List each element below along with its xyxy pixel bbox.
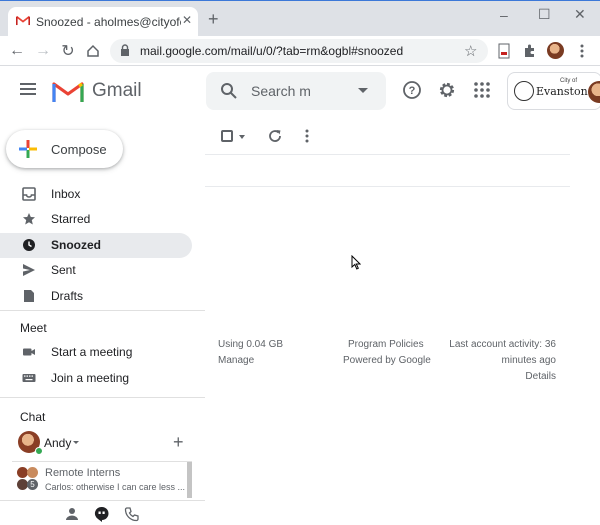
new-chat-plus-icon[interactable]: + (173, 433, 184, 451)
room-member-count: 5 (27, 479, 38, 490)
chat-user-name[interactable]: Andy (44, 436, 71, 450)
send-icon (23, 264, 35, 276)
refresh-icon[interactable] (267, 128, 283, 144)
app-name: Gmail (92, 80, 142, 101)
storage-usage: Using 0.04 GB (218, 339, 284, 350)
more-options-icon[interactable] (305, 128, 309, 144)
org-seal-icon (514, 81, 534, 101)
org-prefix: City of (560, 78, 578, 84)
search-bar[interactable]: Search mail (206, 72, 386, 110)
search-options-icon[interactable] (358, 88, 368, 93)
room-snippet: Carlos: otherwise I can care less ... (45, 482, 186, 492)
reload-icon[interactable]: ↻ (58, 41, 78, 61)
gmail-favicon-icon (16, 15, 30, 26)
status-dropdown-icon[interactable] (73, 441, 79, 444)
chat-room-item[interactable]: 5 Remote Interns Carlos: otherwise I can… (12, 462, 192, 498)
room-avatars: 5 (17, 467, 39, 491)
minimize-icon[interactable]: – (500, 7, 508, 23)
clock-icon (23, 239, 35, 251)
room-name: Remote Interns (45, 467, 121, 479)
nav-item-drafts[interactable]: Drafts (0, 284, 192, 309)
bookmark-star-icon[interactable]: ☆ (464, 42, 477, 60)
nav-label-drafts: Drafts (51, 289, 84, 303)
nav-label-inbox: Inbox (51, 187, 81, 201)
last-activity-time: minutes ago (501, 355, 556, 366)
extensions-icon[interactable] (522, 43, 538, 59)
divider (0, 397, 205, 398)
chat-bottom-bar (0, 500, 205, 525)
back-icon[interactable]: ← (7, 41, 27, 61)
keyboard-icon (22, 374, 36, 382)
join-meeting-item[interactable]: Join a meeting (0, 366, 192, 391)
profile-avatar-icon[interactable] (547, 42, 564, 59)
select-all-checkbox[interactable] (221, 130, 233, 142)
browser-toolbar: ← → ↻ mail.google.com/mail/u/0/?tab=rm&o… (0, 36, 600, 66)
start-meeting-item[interactable]: Start a meeting (0, 340, 192, 365)
compose-plus-icon (19, 140, 37, 158)
menu-kebab-icon[interactable] (574, 43, 590, 59)
star-icon (23, 213, 35, 225)
home-icon[interactable] (83, 41, 103, 61)
org-name: Evanston (536, 85, 588, 98)
tab-title: Snoozed - aholmes@cityofevanston (36, 15, 181, 29)
divider (205, 186, 570, 187)
last-activity: Last account activity: 36 (449, 339, 556, 350)
meet-section-title: Meet (20, 321, 47, 335)
account-switcher[interactable]: City of Evanston (507, 72, 600, 110)
apps-grid-icon[interactable] (472, 80, 492, 100)
start-meeting-label: Start a meeting (51, 345, 133, 359)
powered-by: Powered by Google (343, 355, 431, 366)
window-close-icon[interactable]: ✕ (574, 6, 586, 23)
select-dropdown-icon[interactable] (239, 135, 245, 139)
lock-icon (121, 44, 129, 56)
manage-storage-link[interactable]: Manage (218, 355, 254, 366)
main-menu-icon[interactable] (20, 83, 36, 95)
nav-label-sent: Sent (51, 263, 76, 277)
join-meeting-label: Join a meeting (51, 371, 130, 385)
gmail-header: Gmail Search mail ? City o (0, 66, 600, 118)
program-policies-link[interactable]: Program Policies (348, 339, 424, 350)
screen: Snoozed - aholmes@cityofevanston ✕ + – ☐… (0, 0, 600, 525)
nav-label-starred: Starred (51, 212, 91, 226)
contacts-person-icon[interactable] (64, 506, 80, 522)
search-input[interactable]: Search mail (251, 83, 311, 99)
divider (0, 310, 205, 311)
draft-icon (24, 290, 34, 302)
new-tab-icon[interactable]: + (208, 10, 219, 28)
hangouts-chat-icon[interactable] (94, 506, 110, 522)
compose-button[interactable]: Compose (6, 130, 123, 168)
address-bar[interactable]: mail.google.com/mail/u/0/?tab=rm&ogbl#sn… (110, 39, 488, 63)
url-text: mail.google.com/mail/u/0/?tab=rm&ogbl#sn… (140, 44, 404, 58)
search-icon[interactable] (220, 82, 238, 100)
reader-extension-icon[interactable] (496, 43, 512, 59)
chat-section-title: Chat (20, 410, 46, 424)
nav-item-starred[interactable]: Starred (0, 207, 192, 232)
mouse-cursor-icon (351, 255, 361, 270)
settings-gear-icon[interactable] (437, 80, 457, 100)
browser-tab[interactable]: Snoozed - aholmes@cityofevanston ✕ (8, 7, 198, 37)
message-list-toolbar (205, 118, 570, 155)
help-icon[interactable]: ? (402, 80, 422, 100)
nav-label-snoozed: Snoozed (51, 238, 101, 252)
nav-item-inbox[interactable]: Inbox (0, 182, 192, 207)
tab-close-icon[interactable]: ✕ (182, 13, 192, 27)
activity-details-link[interactable]: Details (440, 371, 556, 382)
tab-strip: Snoozed - aholmes@cityofevanston ✕ + – ☐… (0, 0, 600, 37)
sidebar-scrollbar[interactable] (187, 462, 192, 498)
inbox-icon (22, 187, 36, 201)
maximize-icon[interactable]: ☐ (538, 6, 551, 23)
phone-icon[interactable] (124, 506, 140, 522)
nav-item-sent[interactable]: Sent (0, 258, 192, 283)
svg-text:?: ? (409, 85, 416, 97)
gmail-logo-icon[interactable] (52, 80, 84, 104)
forward-icon[interactable]: → (33, 41, 53, 61)
presence-status-icon (35, 447, 43, 455)
compose-label: Compose (51, 142, 107, 157)
nav-item-snoozed[interactable]: Snoozed (0, 233, 192, 258)
video-icon (23, 348, 35, 356)
account-avatar[interactable] (588, 81, 600, 103)
